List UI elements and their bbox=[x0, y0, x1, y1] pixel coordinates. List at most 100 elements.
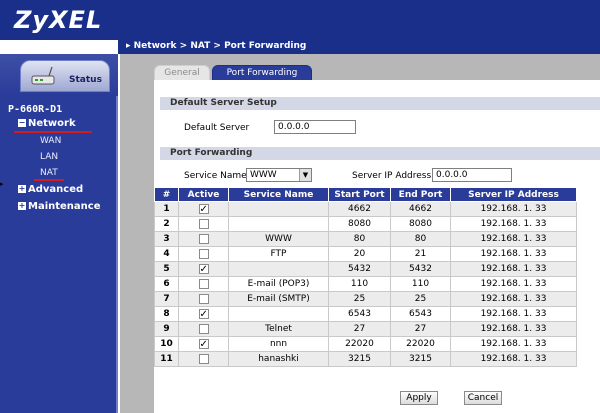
start-port-cell[interactable]: 3215 bbox=[328, 351, 391, 367]
table-header-row: # Active Service Name Start Port End Por… bbox=[154, 187, 577, 202]
service-name-cell[interactable] bbox=[228, 261, 329, 277]
service-name-cell[interactable] bbox=[228, 201, 329, 217]
resize-arrow-icon[interactable]: ▸ bbox=[0, 180, 4, 188]
end-port-cell[interactable]: 5432 bbox=[390, 261, 451, 277]
table-row: 10nnn2202022020192.168. 1. 33 bbox=[154, 336, 577, 352]
service-name-cell[interactable]: FTP bbox=[228, 246, 329, 262]
sidebar-item-network[interactable]: − Network bbox=[18, 118, 76, 129]
active-checkbox-cell bbox=[178, 246, 229, 262]
active-checkbox[interactable] bbox=[198, 263, 209, 274]
start-port-cell[interactable]: 25 bbox=[328, 291, 391, 307]
end-port-cell[interactable]: 110 bbox=[390, 276, 451, 292]
row-number: 10 bbox=[154, 336, 179, 352]
start-port-cell[interactable]: 6543 bbox=[328, 306, 391, 322]
server-ip-cell[interactable]: 192.168. 1. 33 bbox=[450, 276, 577, 292]
end-port-cell[interactable]: 4662 bbox=[390, 201, 451, 217]
start-port-cell[interactable]: 80 bbox=[328, 231, 391, 247]
table-row: 2 8080 8080 192.168. 1. 33 bbox=[154, 216, 577, 232]
active-checkbox[interactable] bbox=[198, 323, 209, 334]
active-checkbox[interactable] bbox=[198, 203, 209, 214]
row-number: 9 bbox=[154, 321, 179, 337]
active-checkbox[interactable] bbox=[198, 338, 209, 349]
chevron-down-icon: ▼ bbox=[299, 169, 311, 181]
default-server-label: Default Server bbox=[184, 123, 250, 133]
server-ip-cell[interactable]: 192.168. 1. 33 bbox=[450, 336, 577, 352]
end-port-cell[interactable]: 27 bbox=[390, 321, 451, 337]
start-port-cell[interactable]: 27 bbox=[328, 321, 391, 337]
breadcrumb-bar: ▸ Network > NAT > Port Forwarding bbox=[118, 40, 600, 54]
column-header-service-name: Service Name bbox=[228, 187, 329, 202]
end-port-cell[interactable]: 80 bbox=[390, 231, 451, 247]
server-ip-cell[interactable]: 192.168. 1. 33 bbox=[450, 321, 577, 337]
active-checkbox[interactable] bbox=[198, 293, 209, 304]
row-number: 6 bbox=[154, 276, 179, 292]
service-name-cell[interactable]: WWW bbox=[228, 231, 329, 247]
default-server-input[interactable]: 0.0.0.0 bbox=[274, 120, 356, 134]
expand-icon: + bbox=[18, 184, 26, 193]
end-port-cell[interactable]: 25 bbox=[390, 291, 451, 307]
status-button[interactable]: Status bbox=[20, 60, 110, 92]
active-checkbox[interactable] bbox=[198, 248, 209, 259]
start-port-cell[interactable]: 20 bbox=[328, 246, 391, 262]
tab-general[interactable]: General bbox=[154, 65, 210, 81]
server-ip-cell[interactable]: 192.168. 1. 33 bbox=[450, 291, 577, 307]
active-checkbox[interactable] bbox=[198, 308, 209, 319]
server-ip-cell[interactable]: 192.168. 1. 33 bbox=[450, 231, 577, 247]
service-name-select[interactable]: WWW ▼ bbox=[246, 168, 312, 182]
start-port-cell[interactable]: 110 bbox=[328, 276, 391, 292]
column-header-number: # bbox=[154, 187, 179, 202]
start-port-cell[interactable]: 5432 bbox=[328, 261, 391, 277]
service-name-cell[interactable] bbox=[228, 306, 329, 322]
active-checkbox[interactable] bbox=[198, 233, 209, 244]
service-name-cell[interactable]: nnn bbox=[228, 336, 329, 352]
start-port-cell[interactable]: 8080 bbox=[328, 216, 391, 232]
active-checkbox-cell bbox=[178, 321, 229, 337]
header-bar: ZyXEL bbox=[0, 0, 600, 40]
table-row: 3 WWW 80 80 192.168. 1. 33 bbox=[154, 231, 577, 247]
sidebar-subitem-nat[interactable]: NAT bbox=[40, 168, 58, 178]
sidebar-item-advanced[interactable]: + Advanced bbox=[18, 184, 83, 195]
table-row: 11 hanashki 3215 3215 192.168. 1. 33 bbox=[154, 351, 577, 367]
end-port-cell[interactable]: 3215 bbox=[390, 351, 451, 367]
sidebar-item-maintenance[interactable]: + Maintenance bbox=[18, 201, 101, 212]
start-port-cell[interactable]: 4662 bbox=[328, 201, 391, 217]
service-name-cell[interactable] bbox=[228, 216, 329, 232]
service-name-cell[interactable]: E-mail (POP3) bbox=[228, 276, 329, 292]
active-checkbox-cell bbox=[178, 231, 229, 247]
end-port-cell[interactable]: 21 bbox=[390, 246, 451, 262]
server-ip-cell[interactable]: 192.168. 1. 33 bbox=[450, 201, 577, 217]
row-number: 3 bbox=[154, 231, 179, 247]
service-name-cell[interactable]: Telnet bbox=[228, 321, 329, 337]
table-row: 146624662192.168. 1. 33 bbox=[154, 201, 577, 217]
cancel-button[interactable]: Cancel bbox=[464, 391, 502, 405]
end-port-cell[interactable]: 6543 bbox=[390, 306, 451, 322]
sidebar-subitem-lan[interactable]: LAN bbox=[40, 152, 58, 162]
column-header-active: Active bbox=[178, 187, 229, 202]
active-underline bbox=[14, 131, 92, 133]
server-ip-cell[interactable]: 192.168. 1. 33 bbox=[450, 246, 577, 262]
apply-button[interactable]: Apply bbox=[400, 391, 438, 405]
end-port-cell[interactable]: 8080 bbox=[390, 216, 451, 232]
server-ip-cell[interactable]: 192.168. 1. 33 bbox=[450, 351, 577, 367]
active-checkbox[interactable] bbox=[198, 218, 209, 229]
sidebar: Status P-660R-D1 − Network WAN LAN NAT + A… bbox=[0, 54, 118, 413]
active-checkbox[interactable] bbox=[198, 353, 209, 364]
sidebar-subitem-wan[interactable]: WAN bbox=[40, 136, 61, 146]
row-number: 2 bbox=[154, 216, 179, 232]
server-ip-cell[interactable]: 192.168. 1. 33 bbox=[450, 216, 577, 232]
table-row: 9 Telnet 27 27 192.168. 1. 33 bbox=[154, 321, 577, 337]
active-checkbox-cell bbox=[178, 201, 229, 217]
end-port-cell[interactable]: 22020 bbox=[390, 336, 451, 352]
tab-port-forwarding[interactable]: Port Forwarding bbox=[212, 65, 312, 81]
server-ip-cell[interactable]: 192.168. 1. 33 bbox=[450, 261, 577, 277]
service-name-cell[interactable]: E-mail (SMTP) bbox=[228, 291, 329, 307]
server-ip-label: Server IP Address bbox=[352, 171, 432, 181]
start-port-cell[interactable]: 22020 bbox=[328, 336, 391, 352]
server-ip-cell[interactable]: 192.168. 1. 33 bbox=[450, 306, 577, 322]
active-checkbox[interactable] bbox=[198, 278, 209, 289]
service-name-cell[interactable]: hanashki bbox=[228, 351, 329, 367]
main-panel: General Port Forwarding Default Server S… bbox=[120, 54, 600, 413]
server-ip-input[interactable]: 0.0.0.0 bbox=[432, 168, 512, 182]
active-checkbox-cell bbox=[178, 216, 229, 232]
status-label: Status bbox=[69, 75, 102, 85]
